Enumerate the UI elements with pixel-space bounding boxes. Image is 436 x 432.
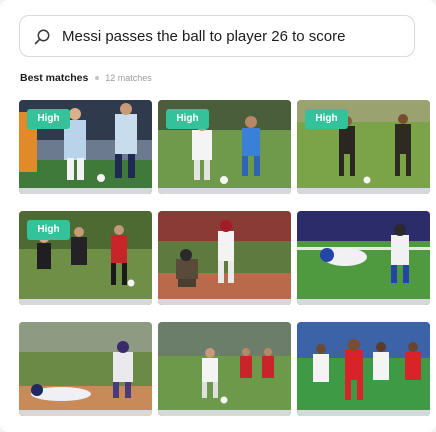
result-thumbnail[interactable]: High [19, 100, 152, 194]
search-icon [34, 29, 50, 45]
separator-dot [95, 76, 100, 80]
results-title: Best matches [20, 72, 89, 84]
result-thumbnail[interactable]: High [297, 100, 430, 194]
football-photo [297, 211, 430, 305]
tile-footer [158, 299, 291, 305]
relevance-badge: High [27, 220, 70, 240]
soccer-photo [297, 322, 430, 416]
tile-footer [297, 410, 430, 416]
baseball-photo [158, 211, 291, 305]
tile-footer [19, 188, 152, 194]
result-thumbnail[interactable]: High [158, 100, 291, 194]
relevance-badge: High [27, 109, 70, 129]
relevance-badge: High [166, 109, 209, 129]
soccer-photo [158, 322, 291, 416]
result-thumbnail[interactable] [158, 322, 291, 416]
results-header: Best matches 12 matches [20, 71, 152, 85]
result-thumbnail[interactable] [19, 322, 152, 416]
baseball-photo [19, 322, 152, 416]
tile-footer [158, 188, 291, 194]
tile-footer [158, 410, 291, 416]
tile-footer [297, 299, 430, 305]
tile-footer [297, 188, 430, 194]
search-bar[interactable] [19, 15, 415, 57]
result-thumbnail[interactable] [158, 211, 291, 305]
result-thumbnail[interactable] [297, 322, 430, 416]
tile-footer [19, 299, 152, 305]
relevance-badge: High [305, 109, 348, 129]
result-thumbnail[interactable]: High [19, 211, 152, 305]
result-thumbnail[interactable] [297, 211, 430, 305]
search-input[interactable] [62, 24, 407, 48]
search-results-panel: Best matches 12 matches [0, 0, 436, 432]
results-count: 12 matches [105, 73, 152, 83]
results-grid: High High High High [19, 100, 430, 420]
tile-footer [19, 410, 152, 416]
